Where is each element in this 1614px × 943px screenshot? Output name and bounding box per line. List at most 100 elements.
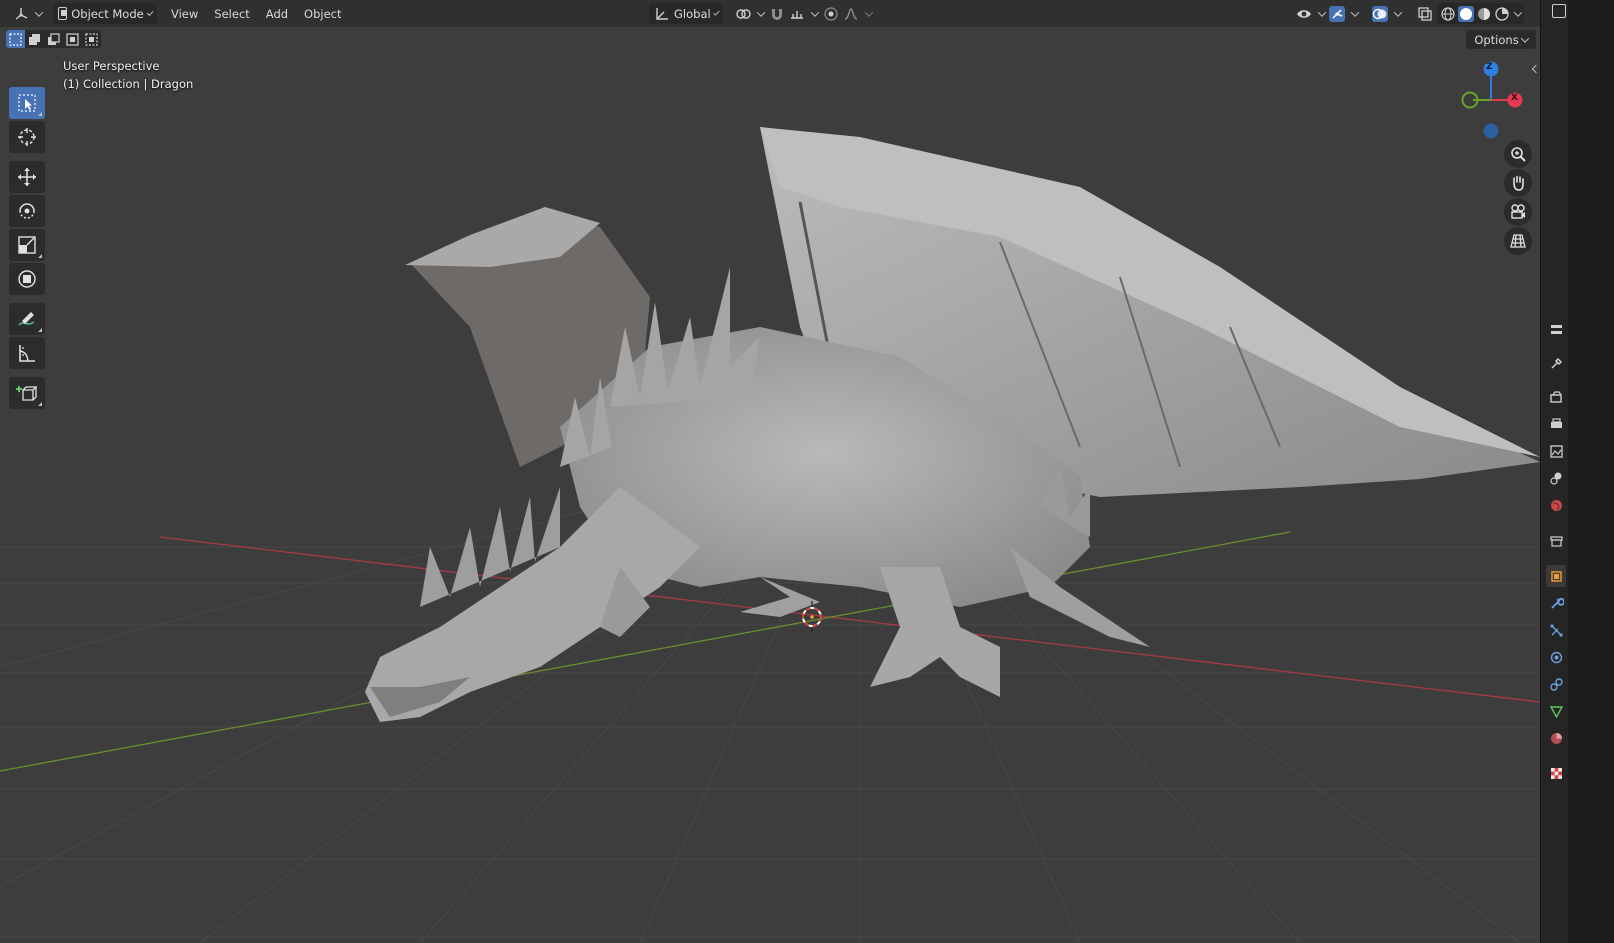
tab-physics[interactable] bbox=[1546, 646, 1566, 668]
pan-button[interactable] bbox=[1504, 169, 1532, 197]
editor-type-button[interactable] bbox=[8, 3, 47, 24]
options-dropdown[interactable]: Options bbox=[1466, 30, 1536, 49]
gizmo-x-label[interactable]: X bbox=[1511, 93, 1518, 103]
select-new-button[interactable] bbox=[6, 30, 25, 48]
chevron-down-icon bbox=[34, 7, 44, 17]
tab-object[interactable] bbox=[1546, 565, 1566, 587]
select-invert-icon bbox=[66, 32, 79, 46]
collection-icon bbox=[1549, 535, 1563, 547]
snap-increment-icon bbox=[789, 6, 805, 22]
tab-output[interactable] bbox=[1546, 413, 1566, 435]
move-tool[interactable] bbox=[9, 161, 45, 193]
tool-shelf bbox=[9, 87, 46, 411]
menu-view[interactable]: View bbox=[163, 3, 206, 24]
tab-collection[interactable] bbox=[1546, 530, 1566, 552]
tab-constraints[interactable] bbox=[1546, 673, 1566, 695]
3d-viewport[interactable]: User Perspective (1) Collection | Dragon… bbox=[0, 27, 1540, 943]
annotate-tool[interactable] bbox=[9, 303, 45, 335]
chevron-down-icon[interactable] bbox=[1513, 7, 1523, 17]
rotate-icon bbox=[19, 203, 35, 219]
viewport-header: Object Mode View Select Add Object Globa… bbox=[0, 0, 1586, 27]
cursor-icon bbox=[18, 128, 36, 146]
solid-shading-icon[interactable] bbox=[1458, 5, 1474, 22]
physics-icon bbox=[1550, 651, 1562, 663]
scene-icon bbox=[1549, 472, 1561, 485]
orientation-dropdown[interactable]: Global bbox=[649, 3, 723, 24]
overlays-toggle[interactable] bbox=[1367, 3, 1406, 24]
select-intersect-icon bbox=[85, 32, 98, 46]
editor-type-icon[interactable] bbox=[1552, 4, 1566, 18]
object-mode-icon bbox=[58, 7, 68, 20]
tab-data[interactable] bbox=[1546, 700, 1566, 722]
wireframe-shading-icon[interactable] bbox=[1440, 6, 1456, 22]
cursor-tool[interactable] bbox=[9, 121, 45, 153]
menu-icon bbox=[1550, 324, 1562, 334]
viewport-scene bbox=[0, 27, 1540, 943]
properties-editor-edge bbox=[1568, 0, 1614, 943]
menu-object[interactable]: Object bbox=[296, 3, 349, 24]
chevron-down-icon bbox=[713, 8, 720, 16]
xray-icon bbox=[1417, 6, 1433, 22]
properties-menu-tab[interactable] bbox=[1546, 318, 1566, 340]
gizmo-z-label[interactable]: Z bbox=[1486, 62, 1493, 72]
transform-icon bbox=[18, 270, 36, 288]
add-cube-tool[interactable] bbox=[9, 377, 45, 409]
transform-tool[interactable] bbox=[9, 263, 45, 295]
image-icon bbox=[1549, 444, 1563, 458]
chevron-down-icon bbox=[1520, 33, 1529, 43]
tab-scene[interactable] bbox=[1546, 467, 1566, 489]
xray-toggle[interactable] bbox=[1412, 3, 1438, 24]
tab-material[interactable] bbox=[1546, 727, 1566, 749]
magnet-icon bbox=[769, 6, 785, 22]
measure-tool[interactable] bbox=[9, 337, 45, 369]
proportional-editing-toggle[interactable] bbox=[818, 3, 877, 24]
select-invert-button[interactable] bbox=[63, 30, 82, 48]
constraint-icon bbox=[1549, 677, 1563, 691]
material-shading-icon[interactable] bbox=[1476, 6, 1492, 22]
3d-viewport-icon bbox=[13, 6, 29, 22]
tab-render[interactable] bbox=[1546, 386, 1566, 408]
gizmo-toggle[interactable] bbox=[1324, 3, 1363, 24]
scale-tool[interactable] bbox=[9, 229, 45, 261]
perspective-toggle-button[interactable] bbox=[1504, 227, 1532, 255]
eye-icon bbox=[1296, 6, 1312, 22]
tab-view-layer[interactable] bbox=[1546, 440, 1566, 462]
rotate-tool[interactable] bbox=[9, 195, 45, 227]
tab-world[interactable] bbox=[1546, 494, 1566, 516]
particles-icon bbox=[1549, 623, 1563, 637]
material-icon bbox=[1550, 732, 1562, 744]
tab-particles[interactable] bbox=[1546, 619, 1566, 641]
chevron-down-icon bbox=[1393, 7, 1403, 17]
render-icon bbox=[1549, 390, 1562, 403]
zoom-button[interactable] bbox=[1504, 140, 1532, 168]
tool-options-corner bbox=[38, 328, 42, 332]
overlays-icon bbox=[1372, 5, 1388, 22]
select-subtract-button[interactable] bbox=[44, 30, 63, 48]
pencil-icon bbox=[18, 312, 35, 326]
tool-options-corner bbox=[38, 402, 42, 406]
rendered-shading-icon[interactable] bbox=[1494, 6, 1510, 22]
menu-select[interactable]: Select bbox=[206, 3, 257, 24]
gizmo-icon bbox=[1329, 5, 1345, 22]
tab-modifiers[interactable] bbox=[1546, 592, 1566, 614]
camera-view-button[interactable] bbox=[1504, 198, 1532, 226]
mesh-data-icon bbox=[1549, 705, 1563, 718]
printer-icon bbox=[1550, 417, 1562, 428]
select-intersect-button[interactable] bbox=[82, 30, 101, 48]
tab-texture[interactable] bbox=[1546, 762, 1566, 784]
perspective-label: User Perspective bbox=[63, 59, 160, 73]
snap-toggle[interactable] bbox=[764, 3, 823, 24]
tab-tool[interactable] bbox=[1546, 352, 1566, 374]
falloff-curve-icon bbox=[843, 6, 859, 22]
select-box-tool[interactable] bbox=[9, 87, 45, 119]
texture-checker-icon bbox=[1550, 767, 1562, 779]
select-extend-button[interactable] bbox=[25, 30, 44, 48]
mode-dropdown[interactable]: Object Mode bbox=[53, 3, 157, 24]
transform-orientation-icon bbox=[654, 6, 670, 22]
menu-add[interactable]: Add bbox=[258, 3, 296, 24]
header-menus: View Select Add Object bbox=[163, 3, 350, 24]
select-new-icon bbox=[9, 32, 22, 46]
chevron-down-icon bbox=[146, 8, 154, 16]
select-extend-icon bbox=[29, 33, 40, 45]
mode-label: Object Mode bbox=[71, 6, 144, 21]
